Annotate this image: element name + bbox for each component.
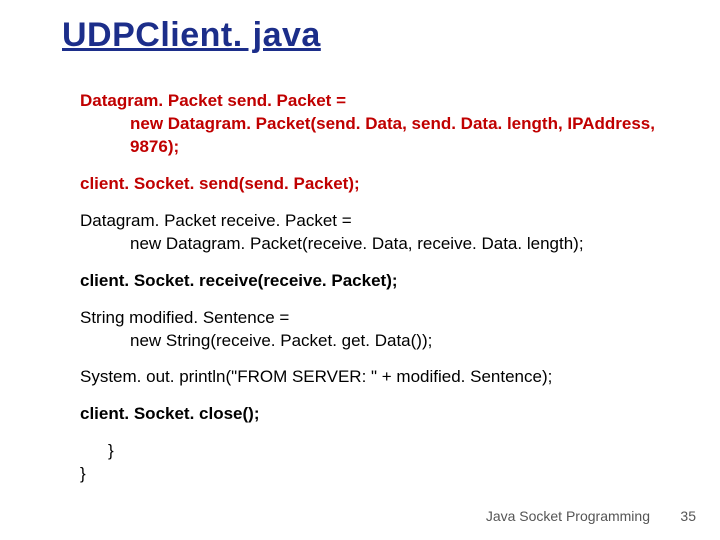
- code-line-2: new Datagram. Packet(send. Data, send. D…: [80, 113, 680, 159]
- code-line-10: client. Socket. close();: [80, 403, 680, 426]
- code-line-1: Datagram. Packet send. Packet =: [80, 91, 346, 110]
- code-line-3: client. Socket. send(send. Packet);: [80, 173, 680, 196]
- code-block-1: Datagram. Packet send. Packet = new Data…: [80, 90, 680, 159]
- code-line-9: System. out. println("FROM SERVER: " + m…: [80, 366, 680, 389]
- outer-brace: }: [80, 464, 86, 483]
- code-block-3: String modified. Sentence = new String(r…: [80, 307, 680, 353]
- page-number: 35: [680, 508, 696, 524]
- code-line-8: new String(receive. Packet. get. Data())…: [80, 330, 680, 353]
- inner-brace: }: [108, 441, 114, 460]
- slide: UDPClient. java Datagram. Packet send. P…: [0, 0, 720, 540]
- code-line-7: String modified. Sentence =: [80, 308, 289, 327]
- code-line-4: Datagram. Packet receive. Packet =: [80, 211, 352, 230]
- code-line-5: new Datagram. Packet(receive. Data, rece…: [80, 233, 680, 256]
- footer-text: Java Socket Programming: [486, 508, 650, 524]
- code-block-2: Datagram. Packet receive. Packet = new D…: [80, 210, 680, 256]
- code-line-6: client. Socket. receive(receive. Packet)…: [80, 270, 680, 293]
- code-body: Datagram. Packet send. Packet = new Data…: [80, 90, 680, 500]
- slide-title: UDPClient. java: [62, 16, 321, 55]
- closing-braces: } }: [80, 440, 680, 486]
